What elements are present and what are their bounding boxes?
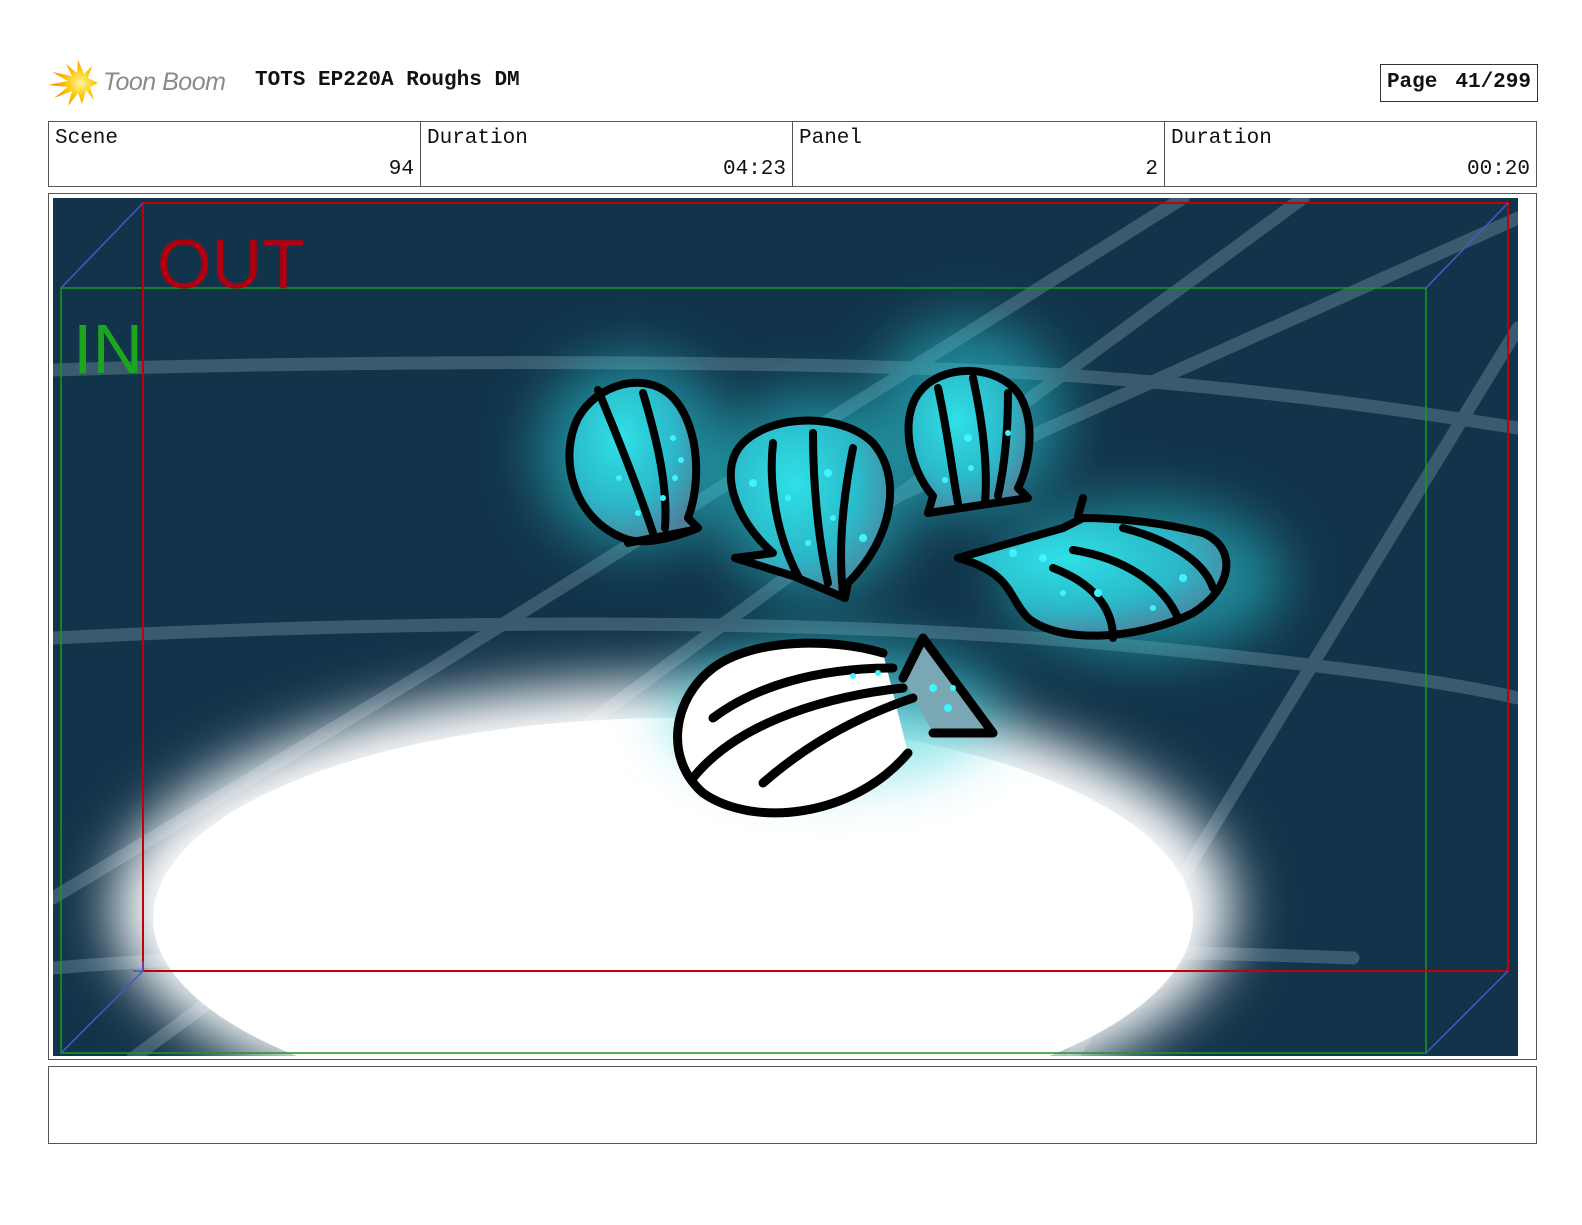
panel-duration-cell: Duration 00:20: [1165, 122, 1536, 186]
scene-duration-label: Duration: [427, 127, 528, 150]
panel-info-table: Scene 94 Duration 04:23 Panel 2 Duration…: [48, 121, 1537, 187]
panel-value: 2: [1145, 158, 1158, 181]
panel-duration-label: Duration: [1171, 127, 1272, 150]
storyboard-header: Toon Boom TOTS EP220A Roughs DM Page 41/2…: [48, 55, 1538, 111]
clam-shell-3: [904, 366, 1034, 517]
panel-notes: [48, 1066, 1537, 1144]
scene-cell: Scene 94: [49, 122, 421, 186]
out-label: OUT: [157, 225, 305, 303]
storyboard-panel: OUT IN: [48, 193, 1537, 1060]
in-label: IN: [73, 310, 143, 388]
document-title: TOTS EP220A Roughs DM: [255, 69, 520, 92]
scene-value: 94: [388, 158, 414, 181]
scene-label: Scene: [55, 127, 119, 150]
panel-artwork: OUT IN: [53, 198, 1518, 1056]
logo-wordmark: Toon Boom: [103, 68, 226, 96]
panel-cell: Panel 2: [793, 122, 1165, 186]
scene-duration-cell: Duration 04:23: [421, 122, 793, 186]
panel-label: Panel: [799, 127, 863, 150]
scene-duration-value: 04:23: [722, 158, 786, 181]
panel-duration-value: 00:20: [1466, 158, 1530, 181]
page-indicator: Page 41/299: [1379, 64, 1538, 102]
page-label: Page: [1386, 71, 1438, 94]
toon-boom-logo: Toon Boom: [48, 58, 248, 106]
page-number: 41/299: [1455, 71, 1531, 94]
starburst-icon: [48, 60, 98, 106]
